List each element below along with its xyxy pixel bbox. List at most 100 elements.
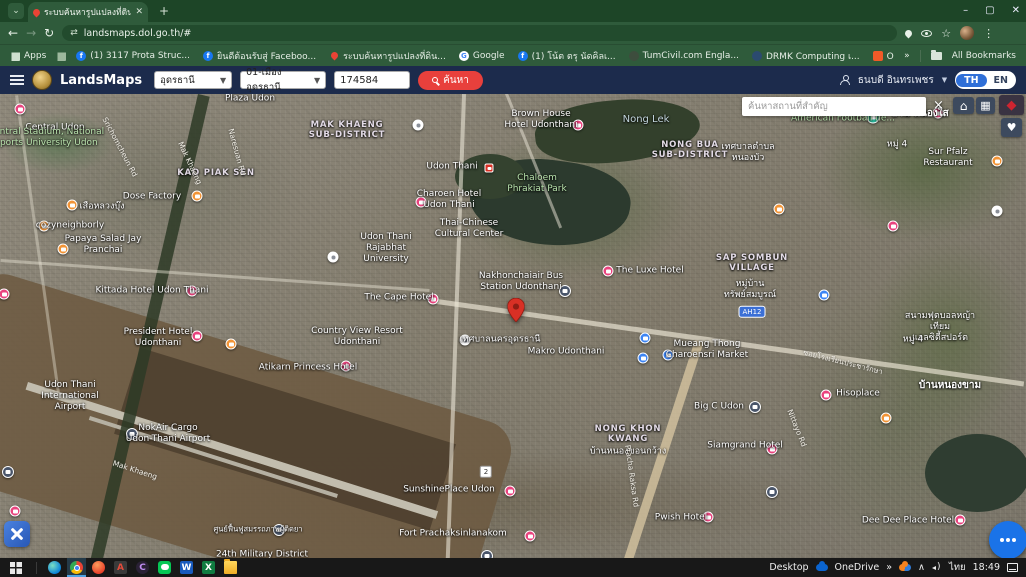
location-pin-icon[interactable] — [904, 28, 914, 38]
grid-layers-button[interactable]: ▦ — [976, 97, 995, 114]
map-marker-orange[interactable] — [39, 221, 50, 232]
map-marker-blue[interactable] — [663, 350, 674, 361]
map-marker-orange[interactable] — [881, 413, 892, 424]
minimize-button[interactable]: – — [963, 5, 968, 16]
user-name[interactable]: ธนบดี อินทรเพชร — [858, 73, 934, 88]
map-marker-navy[interactable] — [273, 524, 285, 536]
taskbar-clip-button[interactable]: C — [133, 558, 152, 577]
profile-avatar[interactable] — [960, 26, 974, 40]
keyboard-language[interactable]: ไทย — [949, 560, 966, 575]
map-marker-pink[interactable] — [603, 266, 614, 277]
bookmark-item[interactable]: ระบบค้นหารูปแปลงที่ดิน... — [329, 49, 446, 63]
bookmark-item[interactable]: f(1) โน้ต ตรุ นัดคิลเ... — [518, 49, 616, 63]
taskbar-opera-button[interactable] — [89, 558, 108, 577]
tab-search-chevron-icon[interactable]: ⌄ — [8, 3, 24, 19]
reload-button[interactable]: ↻ — [44, 26, 54, 40]
map-marker-blue[interactable] — [819, 290, 830, 301]
bookmark-star-icon[interactable]: ☆ — [941, 27, 951, 40]
desktop-label[interactable]: Desktop — [769, 562, 808, 573]
lang-th-button[interactable]: TH — [956, 74, 986, 87]
onedrive-label[interactable]: OneDrive — [835, 562, 880, 573]
map-marker-orange[interactable] — [226, 339, 237, 350]
favorites-heart-button[interactable]: ♥ — [1001, 118, 1022, 137]
map-marker-blue[interactable] — [640, 333, 651, 344]
bookmark-item[interactable]: fยินดีต้อนรับสู่ Faceboo... — [203, 49, 316, 63]
map-marker-pink[interactable] — [416, 197, 427, 208]
map-marker-navy[interactable] — [749, 401, 761, 413]
taskbar-line-button[interactable] — [155, 558, 174, 577]
district-select[interactable]: 01-เมืองอุดรธานี ▼ — [240, 71, 326, 89]
taskbar-acad-button[interactable]: A — [111, 558, 130, 577]
tab-close-icon[interactable]: ✕ — [135, 7, 143, 17]
map-marker-pink[interactable] — [821, 390, 832, 401]
home-button[interactable]: ⌂ — [953, 97, 974, 114]
forward-button[interactable]: → — [26, 26, 36, 40]
notification-center-icon[interactable] — [1007, 563, 1018, 572]
map-marker-orange[interactable] — [192, 191, 203, 202]
onedrive-sync-icon[interactable] — [899, 564, 911, 571]
map-marker-pink[interactable] — [955, 515, 966, 526]
browser-tab[interactable]: ระบบค้นหารูปแปลงที่ดิน (LandsMa ✕ — [28, 2, 148, 22]
map-marker-white[interactable] — [413, 120, 424, 131]
bookmark-item[interactable]: DRMK Computing เ... — [752, 49, 860, 63]
map-marker-pink[interactable] — [505, 486, 516, 497]
map-marker-pink[interactable] — [703, 512, 714, 523]
map-marker-navy[interactable] — [559, 285, 571, 297]
selected-parcel-pin[interactable] — [508, 298, 525, 325]
apps-shortcut[interactable]: Apps — [10, 51, 46, 61]
maximize-button[interactable]: ▢ — [985, 5, 994, 16]
lang-en-button[interactable]: EN — [987, 74, 1015, 87]
site-info-icon[interactable]: ⇄ — [70, 28, 78, 38]
map-marker-navy[interactable] — [766, 486, 778, 498]
map-marker-orange[interactable] — [67, 200, 78, 211]
clock[interactable]: 18:49 — [973, 562, 1000, 573]
password-manager-icon[interactable] — [921, 30, 932, 37]
search-button[interactable]: ค้นหา — [418, 71, 483, 90]
satellite-map[interactable]: Central UdonPlaza UdonMAK KHAENG SUB-DIS… — [0, 94, 1026, 558]
taskbar-edge-button[interactable] — [45, 558, 64, 577]
bookmark-item[interactable]: f(1) 3117 Prota Struc... — [76, 51, 190, 61]
map-marker-pink[interactable] — [10, 506, 21, 517]
hamburger-menu-icon[interactable] — [10, 75, 24, 85]
map-marker-orange[interactable] — [774, 204, 785, 215]
map-marker-navy[interactable] — [126, 428, 138, 440]
bookmark-apps-grid-icon[interactable] — [56, 51, 66, 61]
map-marker-pink[interactable] — [192, 331, 203, 342]
new-tab-button[interactable]: + — [156, 3, 172, 19]
taskbar-chrome-button[interactable] — [67, 558, 86, 577]
volume-icon[interactable] — [932, 563, 942, 573]
map-marker-orange[interactable] — [58, 244, 69, 255]
back-button[interactable]: ← — [8, 26, 18, 40]
user-chevron-icon[interactable]: ▼ — [942, 76, 947, 84]
bookmark-item[interactable]: GGoogle — [459, 51, 505, 61]
map-marker-white[interactable] — [460, 335, 471, 346]
onedrive-icon[interactable] — [816, 564, 828, 571]
map-marker-pink[interactable] — [525, 531, 536, 542]
layers-button[interactable]: ◆ — [999, 95, 1024, 115]
tray-chevron-up-icon[interactable]: ∧ — [918, 562, 925, 573]
bookmark-item[interactable]: TumCivil.com Engla... — [629, 51, 739, 61]
map-marker-pink[interactable] — [888, 221, 899, 232]
map-marker-pink[interactable] — [767, 444, 778, 455]
address-bar[interactable]: ⇄ landsmaps.dol.go.th/# — [62, 25, 897, 41]
more-actions-fab[interactable] — [989, 521, 1026, 558]
taskbar-folder-button[interactable] — [221, 558, 240, 577]
map-marker-orange[interactable] — [992, 156, 1003, 167]
start-button[interactable] — [10, 562, 22, 574]
map-tools-button[interactable] — [4, 521, 30, 547]
map-marker-white[interactable] — [328, 252, 339, 263]
place-search-input[interactable] — [742, 97, 926, 116]
map-marker-navy[interactable] — [2, 466, 14, 478]
all-bookmarks-label[interactable]: All Bookmarks — [952, 51, 1016, 61]
map-marker-pink[interactable] — [428, 294, 439, 305]
parcel-number-input[interactable] — [334, 71, 410, 89]
map-marker-blue[interactable] — [638, 353, 649, 364]
bookmarks-overflow-icon[interactable]: » — [904, 51, 910, 61]
browser-menu-icon[interactable]: ⋮ — [983, 27, 994, 40]
province-select[interactable]: อุดรธานี ▼ — [154, 71, 232, 89]
search-close-icon[interactable]: × — [933, 98, 944, 113]
map-marker-redsq[interactable] — [485, 164, 494, 173]
taskbar-word-button[interactable]: W — [177, 558, 196, 577]
map-marker-pink[interactable] — [573, 120, 584, 131]
map-marker-white[interactable] — [992, 206, 1003, 217]
